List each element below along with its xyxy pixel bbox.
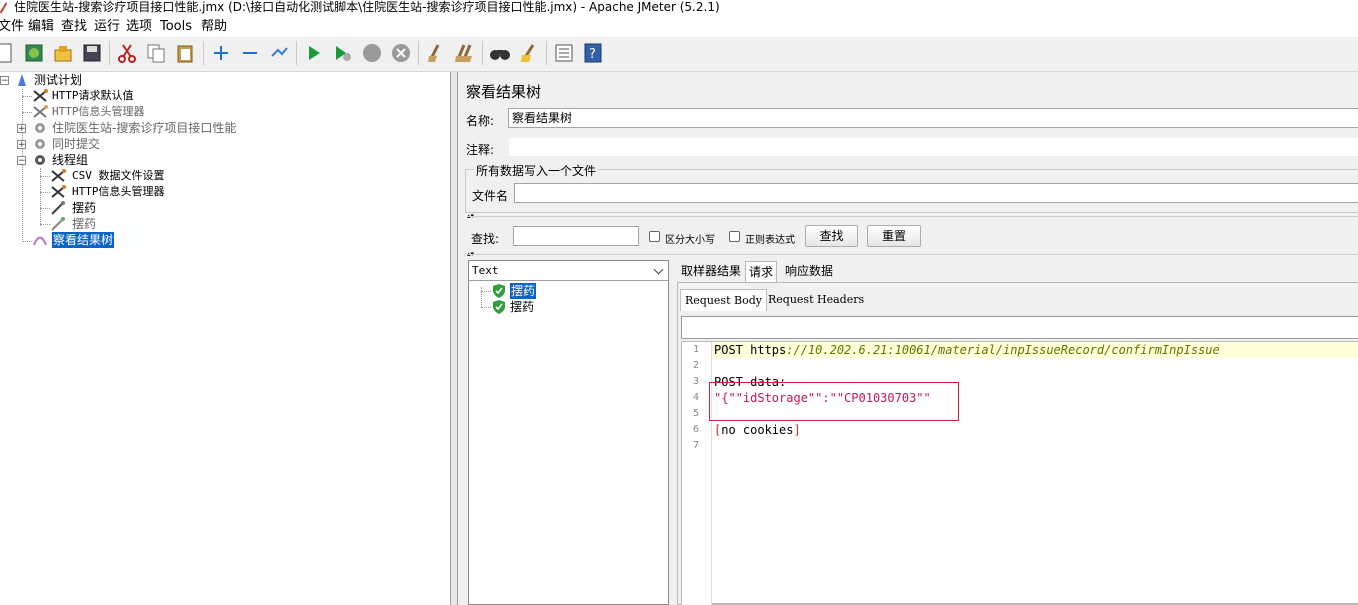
templates-icon[interactable] [23,42,45,64]
code-token: ://10.202.6.21:10061/material/inpIssueRe… [786,343,1220,357]
sample-result-list: Text 摆药 摆药 [468,260,669,605]
window-title: 住院医生站-搜索诊疗项目接口性能.jmx (D:\接口自动化测试脚本\住院医生站… [14,0,720,14]
code-token: no cookies [721,423,794,437]
tab-request-body[interactable]: Request Body [680,289,767,311]
code-token: ] [793,423,801,437]
case-sensitive-checkbox[interactable] [649,231,660,242]
panel-splitter[interactable] [450,72,458,605]
tab-sampler-result[interactable]: 取样器结果 [678,261,744,281]
toolbar: ? [0,37,1358,72]
line-number: 4 [692,392,699,403]
regex-checkbox[interactable] [729,231,740,242]
line-number: 1 [692,344,699,355]
success-shield-icon [493,300,505,314]
wrench-icon [33,89,48,102]
menu-run[interactable]: 运行 [94,19,120,35]
clear-icon[interactable] [425,42,447,64]
open-icon[interactable] [52,42,74,64]
test-plan-tree: − 测试计划 HTTP请求默认值 HTTP信息头管理器 + 住院医生站-搜索诊疗… [0,72,450,605]
write-to-file-group: 所有数据写入一个文件 文件名 [465,162,1358,213]
pipette-icon [51,201,65,215]
search-input[interactable] [513,226,639,246]
tab-request[interactable]: 请求 [745,261,778,282]
stop-icon[interactable] [361,42,383,64]
jmeter-feather-icon [0,2,7,14]
wrench-icon [33,105,48,118]
menu-options[interactable]: 选项 [126,19,152,35]
result-detail: 取样器结果 请求 响应数据 Request Body Request Heade… [677,260,1358,605]
name-field[interactable]: 察看结果树 [508,108,1358,128]
gear-icon [35,155,45,165]
comment-label: 注释: [466,143,495,157]
chevron-down-icon [653,264,664,275]
cut-icon[interactable] [116,42,138,64]
file-group-legend: 所有数据写入一个文件 [474,162,599,179]
code-line: [no cookies] [714,422,801,438]
tab-response-data[interactable]: 响应数据 [782,261,836,281]
name-label: 名称: [466,114,495,128]
search-label: 查找: [471,232,500,246]
code-token: POST [714,343,751,357]
line-number: 5 [692,408,699,419]
collapse-icon[interactable] [239,42,261,64]
toggle-icon[interactable] [268,42,290,64]
menu-bar: 文件 编辑 查找 运行 选项 Tools 帮助 [0,17,1358,37]
line-number: 6 [692,424,699,435]
comment-field[interactable] [508,137,1358,157]
tab-request-headers[interactable]: Request Headers [764,289,868,310]
clear-all-icon[interactable] [454,42,476,64]
function-helper-icon[interactable] [553,42,575,64]
menu-file[interactable]: 文件 [0,19,24,35]
case-sensitive-label: 区分大小写 [665,235,715,246]
pipette-icon [51,217,65,231]
wrench-icon [51,169,66,182]
menu-search[interactable]: 查找 [61,19,87,35]
menu-edit[interactable]: 编辑 [28,19,54,35]
start-icon[interactable] [303,42,325,64]
view-results-tree-panel: 察看结果树 名称: 察看结果树 注释: 所有数据写入一个文件 文件名 ▴▾ 查找… [458,72,1358,605]
annotation-box [709,382,959,421]
tree-expander[interactable]: − [17,156,26,166]
expand-icon[interactable] [210,42,232,64]
reset-search-icon[interactable] [518,42,540,64]
line-number: 7 [692,440,699,451]
panel-title: 察看结果树 [466,83,542,101]
request-panel: Request Body Request Headers 1 2 3 4 5 6 7 POS… [677,282,1358,605]
wrench-icon [51,185,66,198]
request-body-editor[interactable]: 1 2 3 4 5 6 7 POST https://10.202.6.21:10061/m… [681,341,1358,605]
search-icon[interactable] [489,42,511,64]
line-number: 2 [692,360,699,371]
tree-expander[interactable]: + [17,124,26,134]
filename-field[interactable] [514,183,1358,203]
renderer-select[interactable]: Text [469,261,668,281]
reset-button[interactable]: 重置 [867,225,921,247]
gear-icon [35,123,45,133]
request-search-field[interactable] [681,316,1358,339]
listener-icon [33,236,47,246]
renderer-value: Text [472,264,499,277]
help-icon[interactable]: ? [582,42,604,64]
save-icon[interactable] [81,42,103,64]
gear-icon [35,139,45,149]
paste-icon[interactable] [174,42,196,64]
test-plan-icon [18,74,26,86]
new-icon[interactable] [0,42,16,64]
start-no-pause-icon[interactable] [332,42,354,64]
regex-label: 正则表达式 [745,235,795,246]
shutdown-icon[interactable] [390,42,412,64]
svg-text:?: ? [589,47,596,62]
line-number: 3 [692,376,699,387]
tree-expander[interactable]: − [0,76,9,86]
filename-label: 文件名 [472,189,509,203]
code-line: POST https://10.202.6.21:10061/material/… [714,342,1220,358]
tree-expander[interactable]: + [17,140,26,150]
code-token: https [750,343,787,357]
line-number-gutter: 1 2 3 4 5 6 7 [682,342,712,605]
window-title-bar: 住院医生站-搜索诊疗项目接口性能.jmx (D:\接口自动化测试脚本\住院医生站… [0,0,1358,17]
success-shield-icon [493,284,505,298]
copy-icon[interactable] [145,42,167,64]
menu-help[interactable]: 帮助 [201,19,227,35]
find-button[interactable]: 查找 [805,225,858,247]
menu-tools[interactable]: Tools [160,19,192,35]
